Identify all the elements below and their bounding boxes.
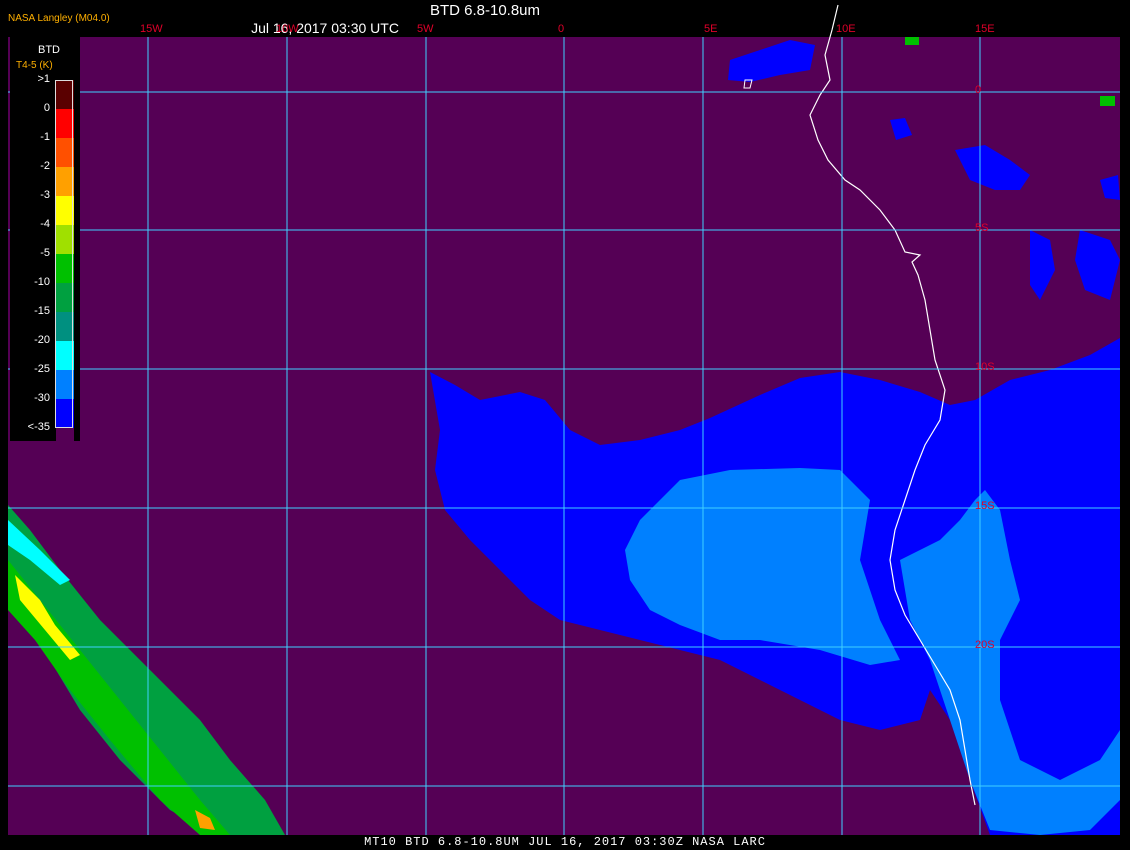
legend-label: >1 (37, 73, 50, 85)
legend-label: -30 (34, 392, 50, 404)
image-datetime: Jul 16, 2017 03:30 UTC (251, 20, 399, 36)
lat-label-5s: 5S (975, 222, 989, 234)
legend-label: -10 (34, 276, 50, 288)
lat-label-10s: 10S (975, 361, 995, 373)
lat-label-15s: 15S (975, 500, 995, 512)
lon-label-15w: 15W (140, 23, 163, 35)
satellite-map (8, 4, 1120, 835)
image-title: BTD 6.8-10.8um (429, 2, 541, 19)
lon-label-15e: 15E (975, 23, 995, 35)
legend-frame (55, 80, 73, 428)
color-legend: BTD T4-5 (K) >1 0 -1 -2 -3 -4 -5 -10 -15 -20 -25 -3… (10, 36, 80, 457)
legend-label: <-35 (27, 421, 50, 433)
legend-label: -15 (34, 305, 50, 317)
brand-label: NASA Langley (M04.0) (8, 13, 110, 24)
legend-label: -5 (40, 247, 50, 259)
legend-label: -20 (34, 334, 50, 346)
lon-label-10w: 10W (276, 23, 299, 35)
lon-label-0: 0 (558, 23, 565, 35)
legend-label: -4 (40, 218, 50, 230)
legend-label: -3 (40, 189, 50, 201)
lat-label-0: 0 (975, 84, 982, 96)
legend-title: BTD (38, 44, 60, 56)
legend-subtitle: T4-5 (K) (16, 60, 53, 71)
legend-label: -1 (40, 131, 50, 143)
lon-label-5e: 5E (704, 23, 718, 35)
footer-caption: MT10 BTD 6.8-10.8UM JUL 16, 2017 03:30Z … (364, 835, 766, 849)
legend-swatch (56, 428, 74, 457)
legend-label: -25 (34, 363, 50, 375)
lat-label-20s: 20S (975, 639, 995, 651)
lon-label-10e: 10E (836, 23, 856, 35)
legend-label: 0 (43, 102, 50, 114)
lon-label-5w: 5W (417, 23, 434, 35)
legend-label: -2 (40, 160, 50, 172)
